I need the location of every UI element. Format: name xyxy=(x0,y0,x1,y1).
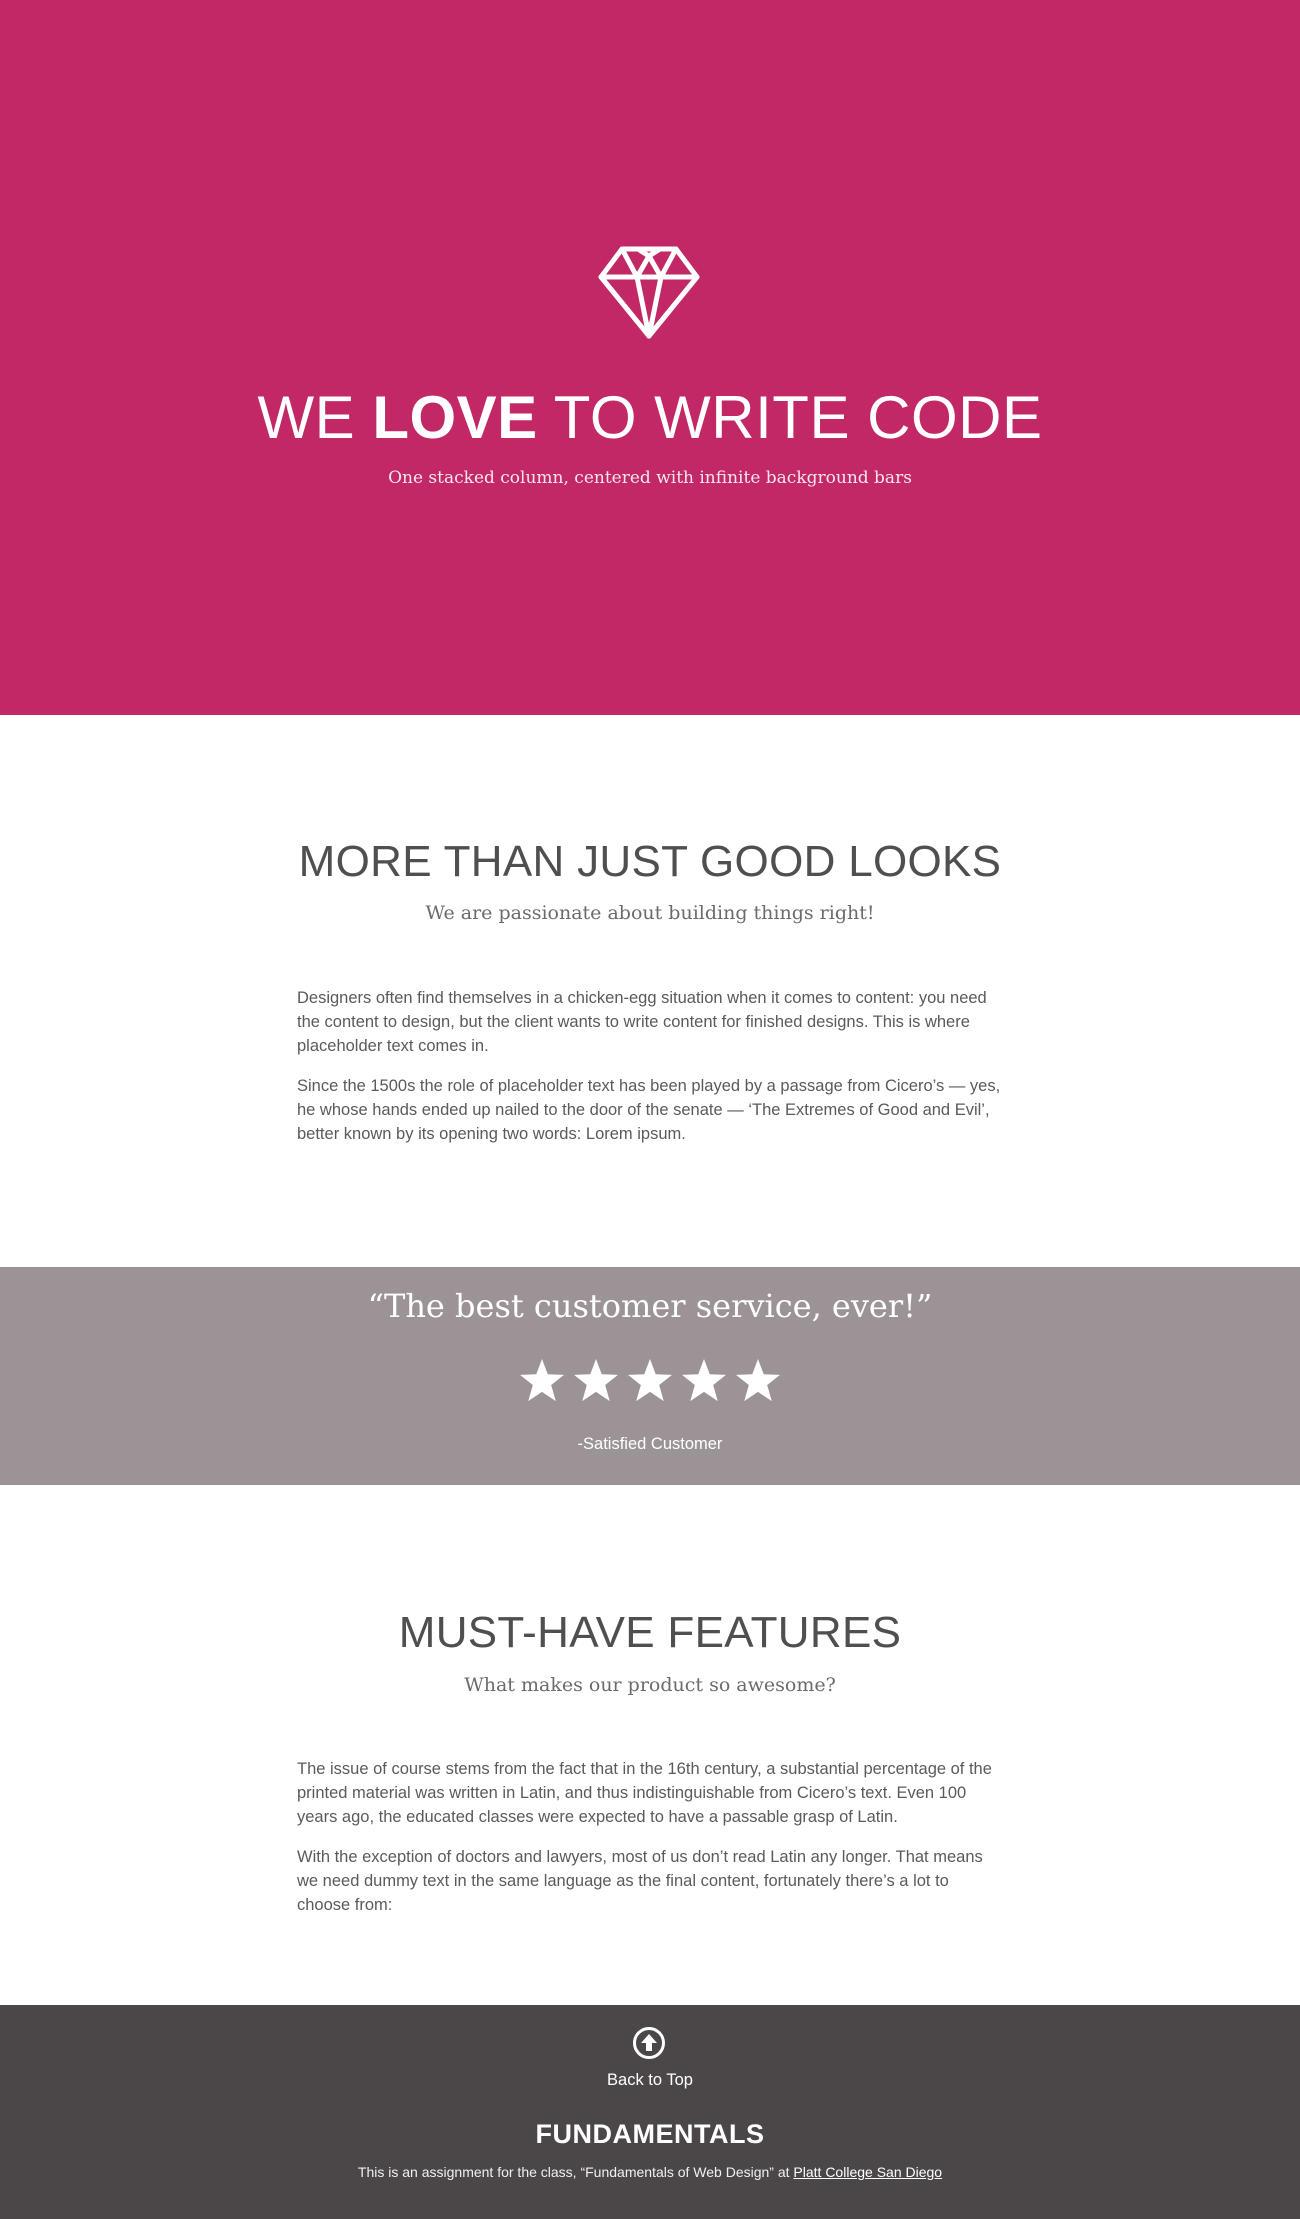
body-paragraph: Since the 1500s the role of placeholder … xyxy=(297,1077,1001,1143)
body-paragraph: Designers often find themselves in a chi… xyxy=(297,989,987,1055)
arrow-up-circle-icon[interactable] xyxy=(632,2026,666,2060)
section-heading: MUST-HAVE FEATURES xyxy=(398,1608,902,1657)
star-icon xyxy=(520,1359,564,1402)
section-tagline: What makes our product so awesome? xyxy=(464,1674,836,1696)
testimonial-author: -Satisfied Customer xyxy=(577,1435,723,1453)
good-looks-section: MORE THAN JUST GOOD LOOKS We are passion… xyxy=(0,715,1300,1267)
section-body: Designers often find themselves in a chi… xyxy=(297,986,1003,1162)
hero-section: WE LOVE TO WRITE CODE One stacked column… xyxy=(0,0,1300,715)
back-to-top-link[interactable]: Back to Top xyxy=(0,2071,1300,2090)
hero-title-pre: WE xyxy=(257,384,373,451)
star-icon xyxy=(736,1359,780,1402)
college-link[interactable]: Platt College San Diego xyxy=(793,2164,942,2180)
footer-note: This is an assignment for the class, “Fu… xyxy=(0,2164,1300,2180)
diamond-icon xyxy=(598,246,700,339)
section-body: The issue of course stems from the fact … xyxy=(297,1757,1003,1933)
section-heading: MORE THAN JUST GOOD LOOKS xyxy=(298,837,1002,886)
star-icon xyxy=(682,1359,726,1402)
star-rating xyxy=(0,1359,1300,1403)
testimonial-section: “The best customer service, ever!” -Sati… xyxy=(0,1267,1300,1485)
star-icon xyxy=(574,1359,618,1402)
footer-brand: FUNDAMENTALS xyxy=(535,2119,765,2149)
footer: Back to Top FUNDAMENTALS This is an assi… xyxy=(0,2005,1300,2219)
hero-title-bold: LOVE xyxy=(372,384,538,451)
features-section: MUST-HAVE FEATURES What makes our produc… xyxy=(0,1485,1300,2005)
testimonial-quote: “The best customer service, ever!” xyxy=(367,1287,933,1325)
hero-title-post: TO WRITE CODE xyxy=(537,384,1043,451)
star-icon xyxy=(628,1359,672,1402)
footer-note-text: This is an assignment for the class, “Fu… xyxy=(357,2164,794,2180)
hero-title: WE LOVE TO WRITE CODE xyxy=(0,380,1300,456)
hero-subtitle: One stacked column, centered with infini… xyxy=(388,468,912,488)
body-paragraph: The issue of course stems from the fact … xyxy=(297,1760,992,1826)
body-paragraph: With the exception of doctors and lawyer… xyxy=(297,1848,983,1914)
section-tagline: We are passionate about building things … xyxy=(425,902,875,924)
